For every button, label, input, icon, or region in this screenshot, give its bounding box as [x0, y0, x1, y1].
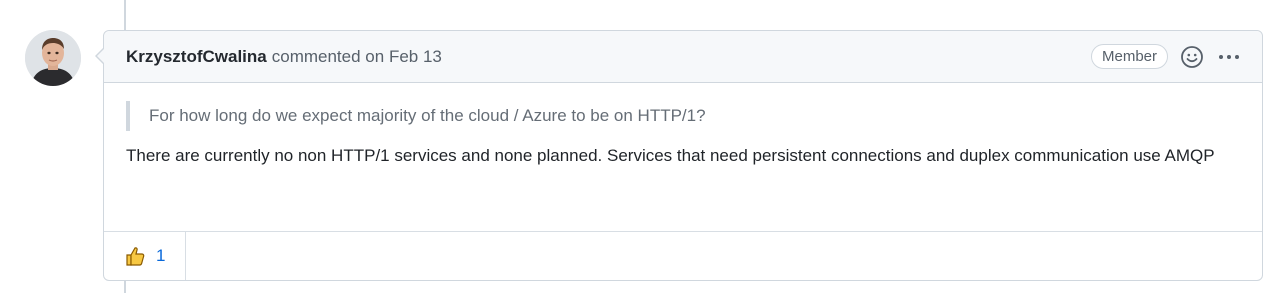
author-link[interactable]: KrzysztofCwalina [126, 47, 267, 67]
more-options-button[interactable] [1216, 45, 1242, 69]
comment-arrow-fill [97, 48, 105, 64]
comment-text: There are currently no non HTTP/1 servic… [126, 146, 1215, 165]
thumbs-up-icon [126, 247, 145, 266]
comment-date-link[interactable]: Feb 13 [389, 47, 442, 66]
reaction-count: 1 [156, 246, 166, 265]
add-reaction-button[interactable] [1180, 45, 1204, 69]
avatar[interactable] [25, 30, 81, 86]
quoted-text: For how long do we expect majority of th… [126, 101, 1240, 131]
smiley-icon [1181, 45, 1203, 68]
role-badge: Member [1090, 44, 1168, 69]
comment-action: commented on [271, 46, 385, 66]
avatar-image [25, 30, 81, 86]
comment-box: KrzysztofCwalina commented on Feb 13 Mem… [95, 30, 1263, 281]
comment-meta: commented on Feb 13 [272, 47, 442, 67]
comment-header: KrzysztofCwalina commented on Feb 13 Mem… [104, 31, 1262, 83]
comment-body: For how long do we expect majority of th… [104, 83, 1262, 233]
page: KrzysztofCwalina commented on Feb 13 Mem… [0, 0, 1280, 293]
kebab-horizontal-icon [1219, 54, 1239, 59]
header-actions: Member [1090, 44, 1242, 69]
reactions-bar: 1 [104, 231, 1262, 280]
reaction-thumbs-up-button[interactable]: 1 [104, 232, 187, 280]
